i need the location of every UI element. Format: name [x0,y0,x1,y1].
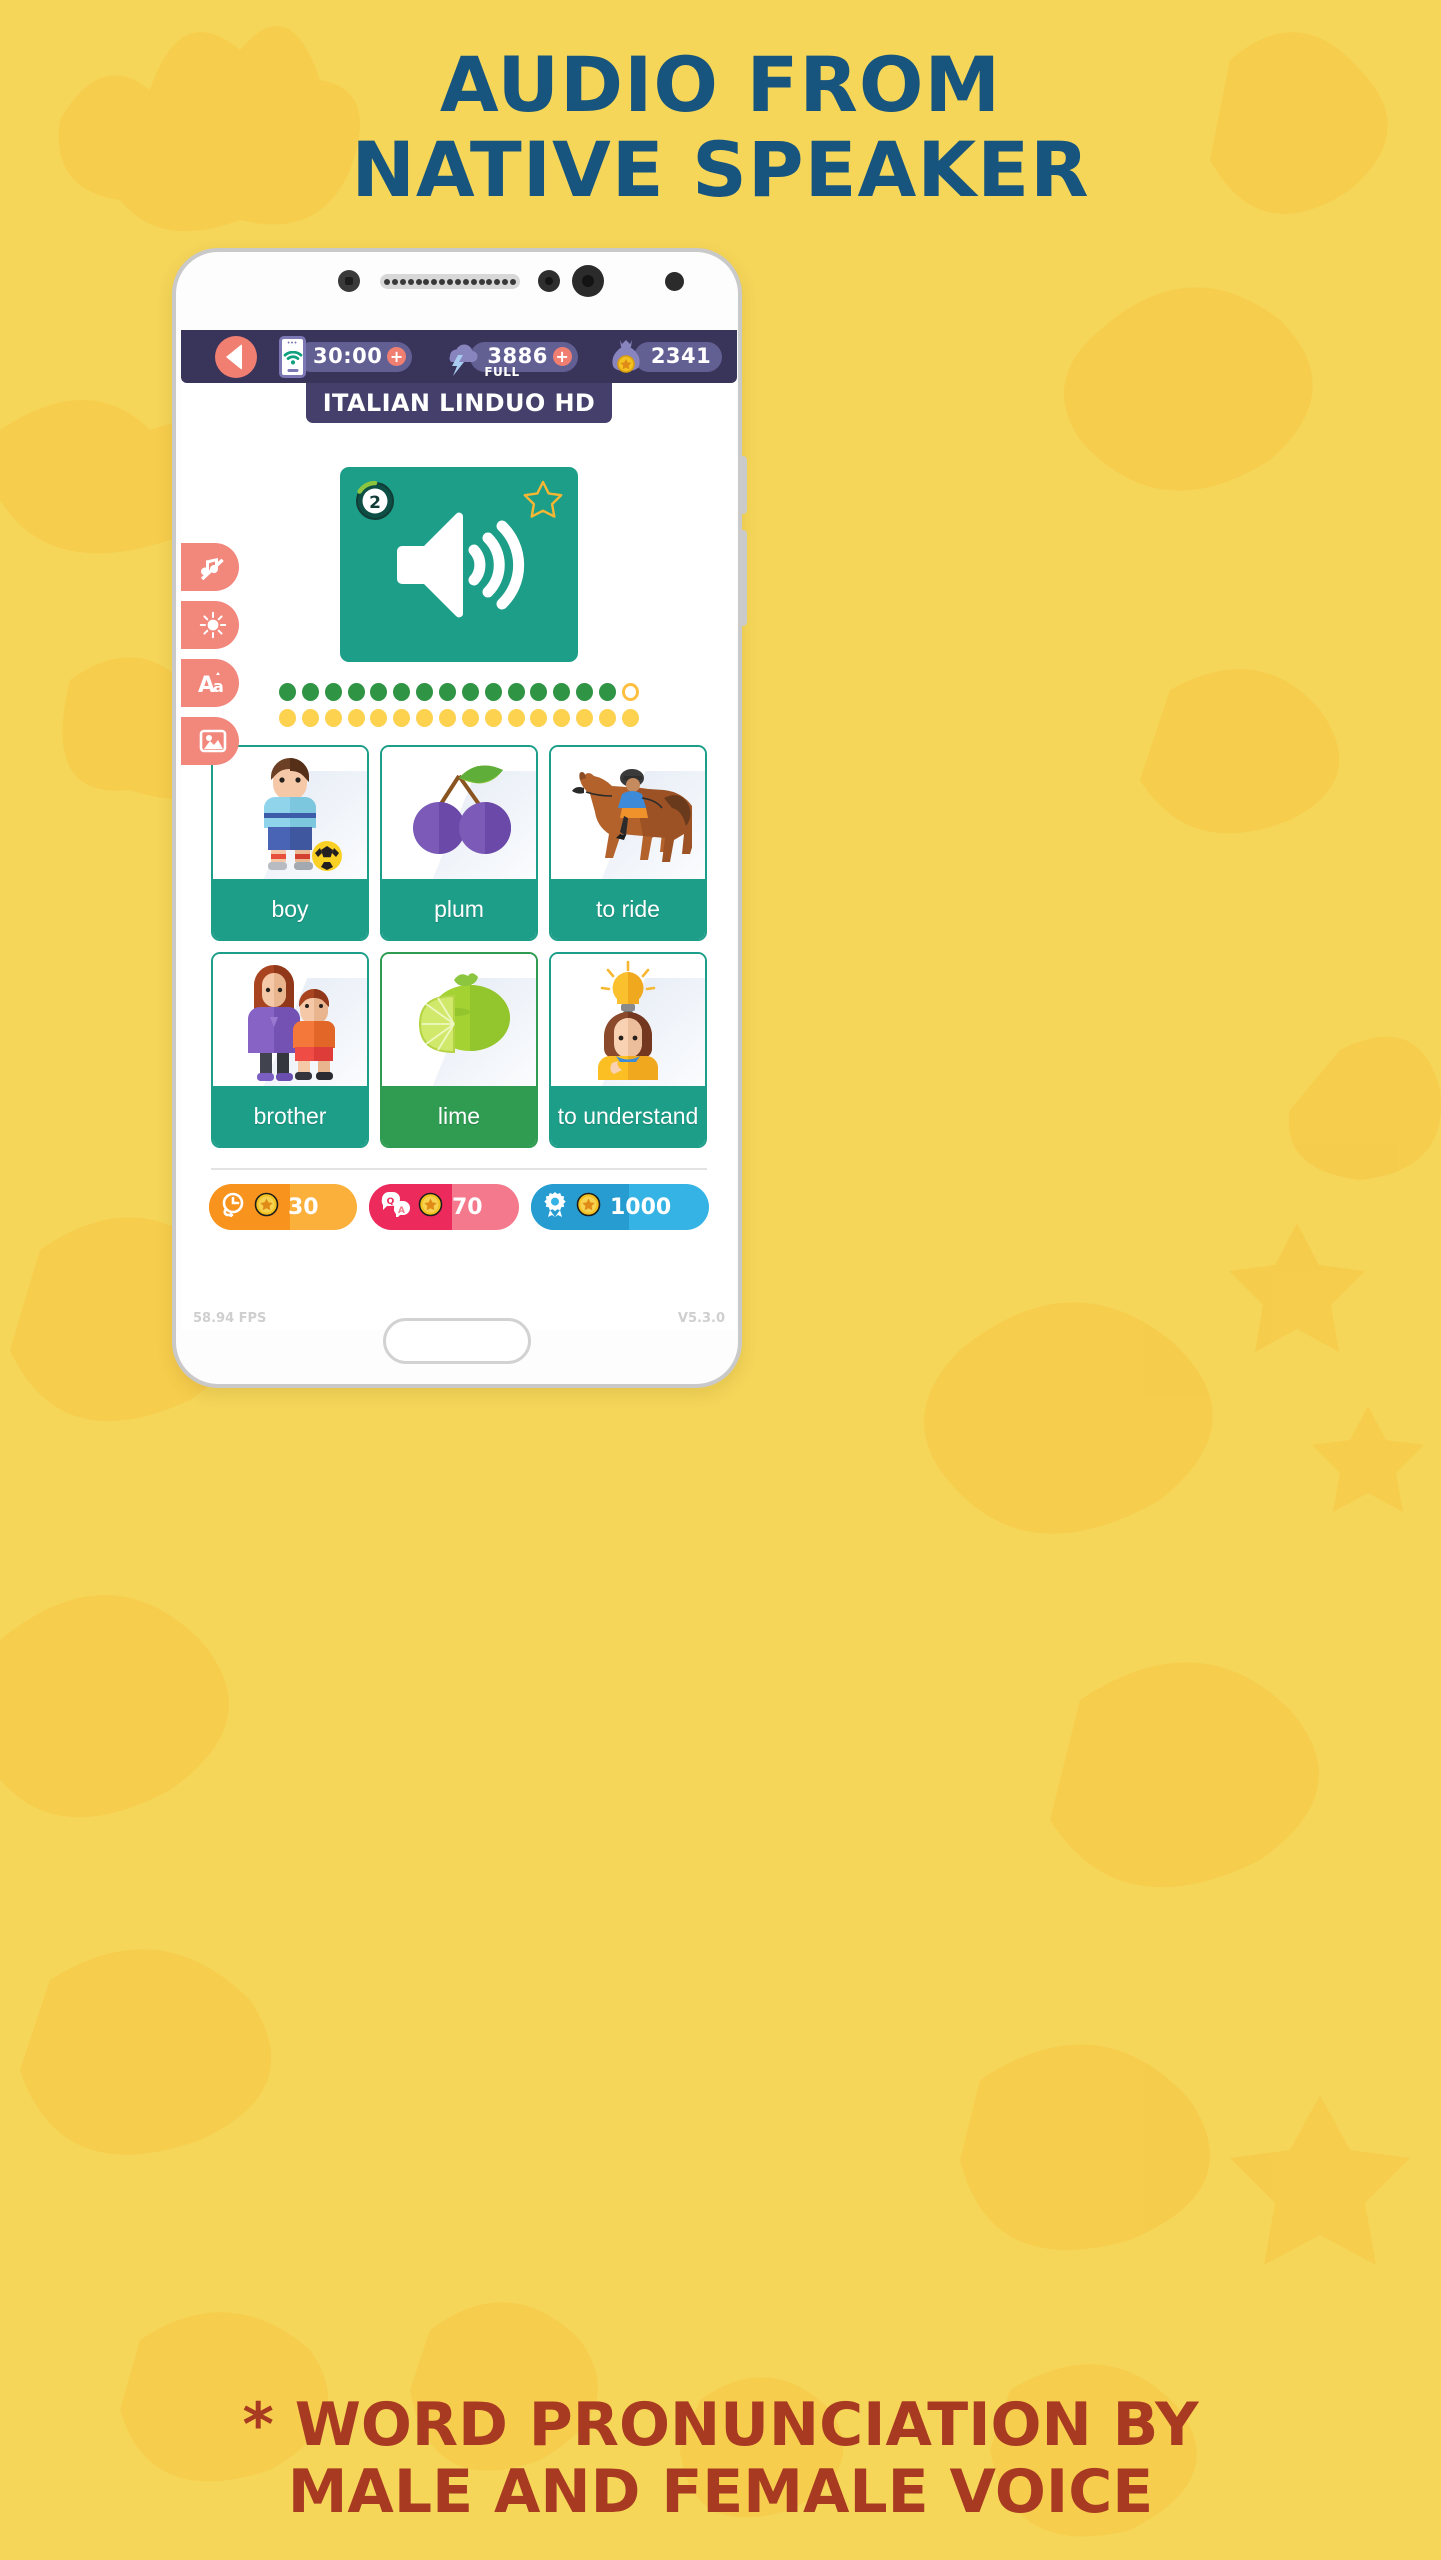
proximity-sensor-icon [538,270,560,292]
energy-counter[interactable]: 3886 + FULL [440,337,578,379]
timer-value: 30:00 [313,344,383,368]
word-card-label: lime [382,1086,536,1146]
promo-headline: AUDIO FROM NATIVE SPEAKER [0,42,1441,212]
timer-pill[interactable]: 30:00 + [296,341,413,372]
svg-text:a: a [213,677,224,696]
tool-font-size[interactable]: A a [181,659,239,707]
money-bag-icon [608,337,644,377]
coins-value: 2341 [650,344,712,368]
power-button[interactable] [738,530,747,626]
progress-row-green [279,683,639,701]
plums-art [413,765,511,854]
bottom-divider [211,1168,707,1170]
energy-full-tag: FULL [484,364,520,379]
stat-qa-value: 70 [452,1194,483,1220]
music-off-icon [200,558,224,581]
back-arrow-icon [226,343,242,370]
word-card-label: plum [382,879,536,939]
stat-qa-bonus[interactable]: Q A 70 [369,1184,519,1230]
boy-with-ball-art [264,758,342,871]
app-screen: ••• 30:00 + 3886 + FULL 2341 ITALIAN LIN… [181,330,737,1330]
word-card-brother[interactable]: brother [211,952,369,1148]
coins-pill[interactable]: 2341 [633,341,723,372]
back-button[interactable] [215,335,257,378]
stat-time-value: 30 [288,1194,319,1220]
word-card-label: brother [213,1086,367,1146]
tool-sidebar: A a [181,543,239,765]
lime-fruit-art [418,973,510,1054]
wifi-phone-icon: ••• [279,335,306,378]
audio-play-card[interactable]: 2 [340,467,578,662]
bottom-stats-bar: 30 Q A 70 1000 [209,1184,709,1230]
font-size-icon: A a [198,672,224,697]
timer-plus-button[interactable]: + [387,347,407,366]
home-button[interactable] [383,1318,531,1364]
horse-rider-art [572,769,692,862]
level-number: 2 [369,493,381,513]
promo-footer: * WORD PRONUNCIATION BY MALE AND FEMALE … [0,2389,1441,2527]
fps-counter: 58.94 FPS [193,1311,267,1326]
energy-plus-button[interactable]: + [552,347,572,366]
word-card-grid: boy plum to ride brother lime to underst… [211,745,707,1148]
word-card-plum[interactable]: plum [380,745,538,941]
word-card-image-brother [213,954,367,1086]
front-camera-icon [338,270,360,292]
brightness-icon [199,611,227,639]
word-card-image-to-understand [551,954,705,1086]
front-camera-lens-icon [572,265,604,297]
phone-mockup: ••• 30:00 + 3886 + FULL 2341 ITALIAN LIN… [172,248,747,1388]
footer-line-2: MALE AND FEMALE VOICE [287,2456,1154,2527]
stat-medal-bonus[interactable]: 1000 [531,1184,709,1230]
stat-medal-value: 1000 [610,1194,672,1220]
word-card-label: to ride [551,879,705,939]
app-version: V5.3.0 [677,1311,725,1326]
word-card-to-ride[interactable]: to ride [549,745,707,941]
image-icon [199,729,227,753]
tool-music-off[interactable] [181,543,239,591]
word-card-label: to understand [551,1086,705,1146]
stat-time-bonus[interactable]: 30 [209,1184,357,1230]
mother-and-boy-art [248,965,335,1081]
volume-button[interactable] [738,456,747,514]
svg-text:Q: Q [387,1197,395,1207]
word-card-label: boy [213,879,367,939]
clock-icon [220,1191,246,1223]
phone-top-bezel [176,252,738,330]
app-hud-bar: ••• 30:00 + 3886 + FULL 2341 [181,330,737,383]
footer-line-1: * WORD PRONUNCIATION BY [242,2389,1199,2460]
medal-icon [542,1191,568,1223]
word-card-image-boy [213,747,367,879]
word-card-to-understand[interactable]: to understand [549,952,707,1148]
word-card-image-lime [382,954,536,1086]
word-card-image-plum [382,747,536,879]
coins-counter[interactable]: 2341 [608,337,723,377]
headline-line-2: NATIVE SPEAKER [351,125,1090,215]
word-card-image-to-ride [551,747,705,879]
tool-brightness[interactable] [181,601,239,649]
coin-icon [254,1192,279,1223]
tool-images[interactable] [181,717,239,765]
headline-line-1: AUDIO FROM [439,40,1002,129]
word-card-boy[interactable]: boy [211,745,369,941]
coin-icon [418,1192,443,1223]
app-title: ITALIAN LINDUO HD [322,389,596,417]
speaker-volume-icon [397,512,525,617]
earpiece-speaker-grille [380,274,520,289]
storm-cloud-icon [440,337,480,377]
word-card-lime[interactable]: lime [380,952,538,1148]
timer-counter[interactable]: ••• 30:00 + [279,335,413,378]
light-sensor-icon [665,272,684,291]
svg-text:A: A [398,1206,405,1216]
progress-dots [279,683,639,727]
progress-row-yellow [279,709,639,727]
app-title-banner: ITALIAN LINDUO HD [306,383,612,423]
coin-icon [576,1192,601,1223]
qa-bubbles-icon: Q A [380,1191,410,1223]
girl-with-idea-art [598,960,658,1080]
